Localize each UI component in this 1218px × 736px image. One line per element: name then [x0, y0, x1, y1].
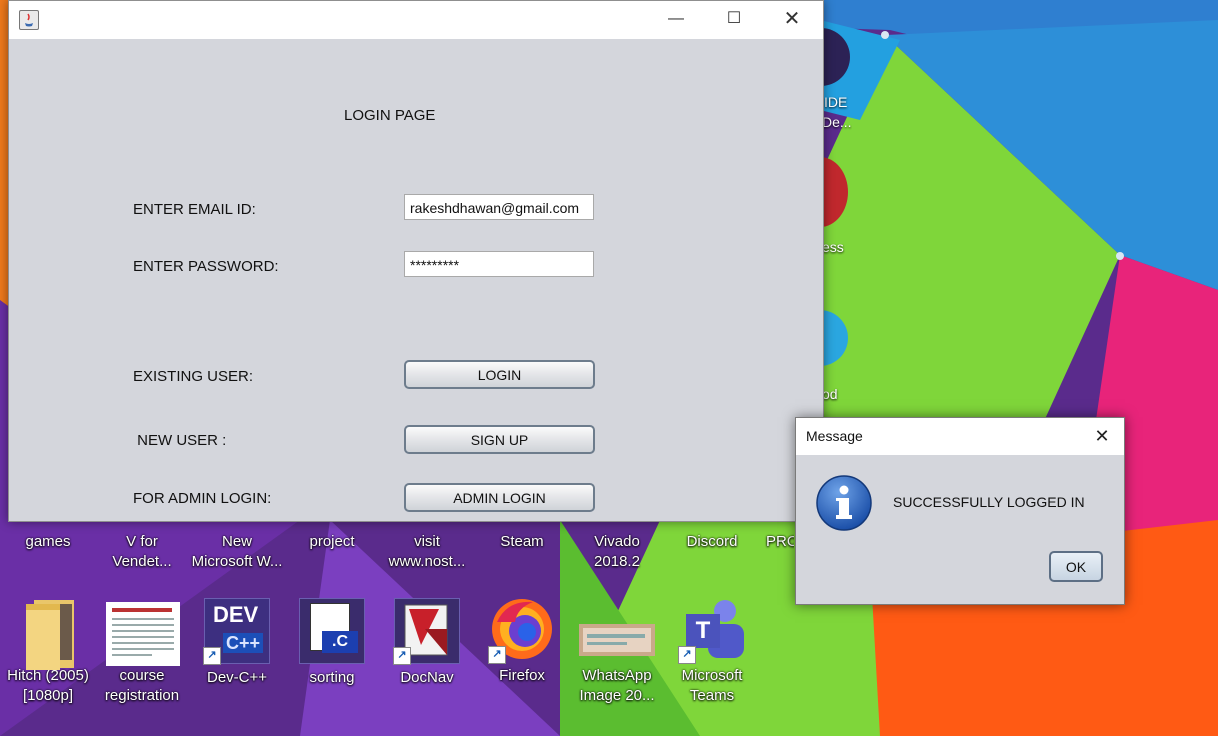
- eclipse-icon: [822, 28, 850, 86]
- shortcut-arrow-icon: ↗: [488, 646, 506, 664]
- minimize-icon[interactable]: —: [647, 1, 705, 39]
- admin-login-button[interactable]: ADMIN LOGIN: [404, 483, 595, 512]
- access-icon: [822, 157, 848, 227]
- desktop-icon-label-2: Teams: [689, 687, 735, 704]
- page-title: LOGIN PAGE: [344, 107, 436, 124]
- ok-button[interactable]: OK: [1049, 551, 1103, 582]
- desktop-icon-steam[interactable]: Steam: [474, 532, 570, 552]
- desktop-icon-label: New: [221, 533, 252, 550]
- desktop-icon-label: Firefox: [499, 667, 545, 684]
- partial-desktop-icon-ide[interactable]: IDE De...: [822, 20, 852, 135]
- desktop-icon-label: PRO...: [766, 533, 794, 550]
- desktop-icon-label: visit: [414, 533, 440, 550]
- desktop-icon-label-2: 2018.2: [594, 553, 640, 570]
- window-titlebar[interactable]: — ☐ ✕: [9, 1, 823, 39]
- email-field[interactable]: rakeshdhawan@gmail.com: [404, 194, 594, 220]
- message-dialog[interactable]: Message ✕ SUCCESSFULLY LOGGED IN OK: [795, 417, 1125, 605]
- desktop-icon-whatsapp-image[interactable]: WhatsApp Image 20...: [569, 598, 665, 706]
- desktop-icon-label: sorting: [309, 669, 355, 686]
- docnav-icon: ↗: [393, 598, 460, 665]
- desktop-icon-label-2: Vendet...: [112, 553, 172, 570]
- devcpp-icon: DEV C++ ↗: [203, 598, 270, 665]
- desktop-icon-label-2: Image 20...: [579, 687, 655, 704]
- desktop-icon-label: Microsoft: [681, 667, 743, 684]
- desktop-icon-hitch[interactable]: Hitch (2005) [1080p]: [0, 598, 96, 706]
- desktop-icon-label-2: [1080p]: [22, 687, 74, 704]
- desktop-icon-games[interactable]: games: [0, 532, 96, 552]
- desktop-icon-v-for-vendetta[interactable]: V for Vendet...: [94, 532, 190, 572]
- desktop-icon-label-2: www.nost...: [388, 553, 466, 570]
- desktop-icon-sorting[interactable]: .C sorting: [284, 598, 380, 688]
- folder-icon: [16, 598, 80, 670]
- desktop-icon-vivado[interactable]: Vivado 2018.2: [569, 532, 665, 572]
- devcpp-icon-text-dev: DEV: [213, 602, 259, 627]
- desktop-icon-firefox[interactable]: ↗ Firefox: [474, 598, 570, 686]
- password-field[interactable]: *********: [404, 251, 594, 277]
- teams-icon: T ↗: [678, 598, 744, 664]
- c-file-ext-text: .C: [322, 631, 358, 653]
- desktop-icon-project[interactable]: project: [284, 532, 380, 552]
- desktop-icon-pro[interactable]: PRO...: [738, 532, 794, 552]
- desktop-icon-course-registration[interactable]: course registration: [94, 598, 190, 706]
- document-icon: [106, 598, 180, 666]
- image-file-icon: [579, 598, 655, 662]
- new-user-label: NEW USER :: [133, 432, 227, 449]
- close-icon[interactable]: ✕: [1080, 418, 1124, 455]
- login-window[interactable]: — ☐ ✕ LOGIN PAGE ENTER EMAIL ID: rakeshd…: [8, 0, 824, 522]
- ide-label-2: De...: [822, 114, 852, 130]
- email-label: ENTER EMAIL ID:: [133, 201, 256, 218]
- desktop-icon-new-microsoft-word[interactable]: New Microsoft W...: [189, 532, 285, 572]
- desktop-icon-devcpp[interactable]: DEV C++ ↗ Dev-C++: [189, 598, 285, 688]
- existing-user-label: EXISTING USER:: [133, 368, 254, 385]
- partial-desktop-icon-od[interactable]: od: [822, 300, 852, 410]
- dialog-title: Message: [806, 428, 863, 444]
- access-label: ess: [822, 239, 844, 255]
- teams-icon-tile: T: [686, 614, 720, 648]
- dialog-message: SUCCESSFULLY LOGGED IN: [893, 494, 1085, 510]
- desktop-icon-label: V for: [126, 533, 158, 550]
- dialog-titlebar[interactable]: Message ✕: [796, 418, 1124, 455]
- app-icon: [822, 310, 848, 366]
- shortcut-arrow-icon: ↗: [678, 646, 696, 664]
- partial-desktop-icon-access[interactable]: ess: [822, 155, 852, 265]
- desktop-icon-label: Dev-C++: [206, 669, 268, 686]
- desktop-icon-label: WhatsApp: [582, 667, 652, 684]
- desktop-icon-microsoft-teams[interactable]: T ↗ Microsoft Teams: [664, 598, 760, 706]
- od-label: od: [822, 386, 838, 402]
- desktop-icon-label: DocNav: [400, 669, 454, 686]
- desktop-icon-label: project: [309, 533, 355, 550]
- c-source-file-icon: .C: [299, 598, 365, 664]
- admin-login-label: FOR ADMIN LOGIN:: [133, 490, 272, 507]
- signup-button[interactable]: SIGN UP: [404, 425, 595, 454]
- close-icon[interactable]: ✕: [763, 1, 821, 39]
- java-app-icon: [19, 10, 39, 30]
- password-label: ENTER PASSWORD:: [133, 258, 279, 275]
- shortcut-arrow-icon: ↗: [393, 647, 411, 665]
- login-button[interactable]: LOGIN: [404, 360, 595, 389]
- desktop-icon-label: Steam: [500, 533, 544, 550]
- desktop-icon-label: games: [25, 533, 71, 550]
- firefox-icon: ↗: [488, 598, 554, 664]
- shortcut-arrow-icon: ↗: [203, 647, 221, 665]
- maximize-icon[interactable]: ☐: [705, 1, 763, 39]
- desktop-icon-label: Vivado: [594, 533, 640, 550]
- desktop-icon-visit-website[interactable]: visit www.nost...: [379, 532, 475, 572]
- devcpp-icon-text-cpp: C++: [223, 633, 264, 653]
- desktop-icon-label-2: Microsoft W...: [191, 553, 283, 570]
- ide-label-1: IDE: [824, 94, 848, 110]
- info-icon: [816, 475, 872, 531]
- desktop-icon-label-2: registration: [104, 687, 180, 704]
- desktop-icon-docnav[interactable]: ↗ DocNav: [379, 598, 475, 688]
